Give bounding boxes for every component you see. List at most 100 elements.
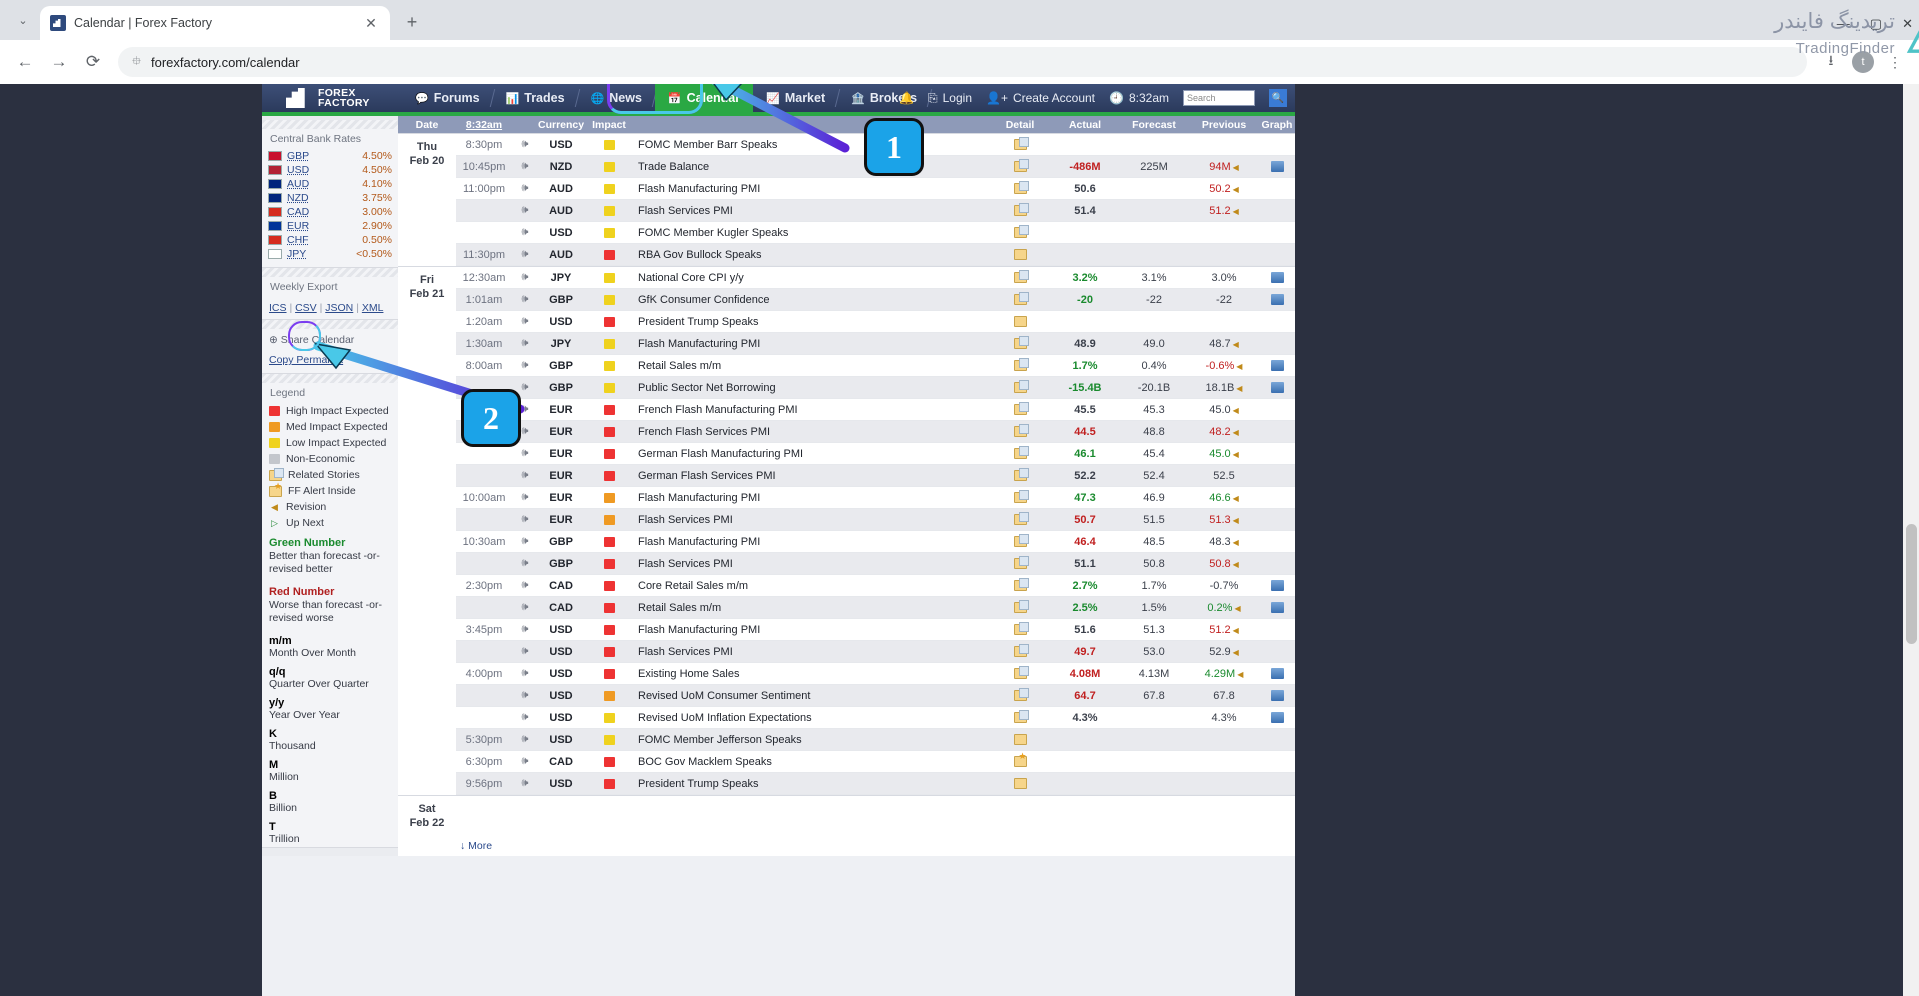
speaker-icon[interactable]: 🕪 bbox=[512, 557, 538, 570]
event-title[interactable]: Flash Manufacturing PMI bbox=[634, 624, 989, 636]
nav-item-market[interactable]: 📈 Market bbox=[753, 84, 838, 112]
event-title[interactable]: Flash Services PMI bbox=[634, 646, 989, 658]
related-stories-icon[interactable] bbox=[1013, 688, 1029, 701]
table-row[interactable]: 🕪 GBP Flash Services PMI 51.1 50.8 50.8 ◀ bbox=[456, 553, 1295, 575]
related-stories-icon[interactable] bbox=[1013, 556, 1029, 569]
related-stories-icon[interactable] bbox=[1013, 600, 1029, 613]
speaker-icon[interactable]: 🕪 bbox=[512, 645, 538, 658]
related-stories-icon[interactable] bbox=[1013, 292, 1029, 305]
export-link-csv[interactable]: CSV bbox=[295, 302, 317, 314]
table-row[interactable]: 10:00am 🕪 EUR Flash Manufacturing PMI 47.3 46… bbox=[456, 487, 1295, 509]
table-row[interactable]: 🕪 USD Revised UoM Inflation Expectations 4.… bbox=[456, 707, 1295, 729]
related-stories-icon[interactable] bbox=[1013, 644, 1029, 657]
related-stories-icon[interactable] bbox=[1013, 512, 1029, 525]
graph-icon[interactable] bbox=[1270, 712, 1284, 723]
graph-icon[interactable] bbox=[1270, 360, 1284, 371]
more-link[interactable]: ↓ More bbox=[398, 836, 1295, 856]
graph-icon[interactable] bbox=[1270, 668, 1284, 679]
search-icon[interactable]: 🔍 bbox=[1269, 89, 1287, 107]
event-title[interactable]: RBA Gov Bullock Speaks bbox=[634, 249, 989, 261]
speaker-icon[interactable]: 🕪 bbox=[512, 689, 538, 702]
graph-icon[interactable] bbox=[1270, 294, 1284, 305]
rate-currency[interactable]: USD bbox=[287, 164, 309, 176]
rate-currency[interactable]: AUD bbox=[287, 178, 309, 190]
event-title[interactable]: Public Sector Net Borrowing bbox=[634, 382, 989, 394]
related-stories-icon[interactable] bbox=[1013, 622, 1029, 635]
table-row[interactable]: 🕪 USD Flash Services PMI 49.7 53.0 52.9 ◀ bbox=[456, 641, 1295, 663]
nav-item-trades[interactable]: 📊 Trades bbox=[493, 84, 578, 112]
browser-tab[interactable]: Calendar | Forex Factory ✕ bbox=[40, 6, 390, 40]
related-stories-icon[interactable] bbox=[1013, 666, 1029, 679]
table-row[interactable]: 🕪 EUR Flash Services PMI 50.7 51.5 51.3 ◀ bbox=[456, 509, 1295, 531]
speaker-icon[interactable]: 🕪 bbox=[512, 337, 538, 350]
table-row[interactable]: 2:30pm 🕪 CAD Core Retail Sales m/m 2.7% 1.7% -… bbox=[456, 575, 1295, 597]
detail-folder-icon[interactable] bbox=[1013, 734, 1027, 745]
detail-folder-icon[interactable] bbox=[1013, 316, 1027, 327]
speaker-icon[interactable]: 🕪 bbox=[512, 359, 538, 372]
reload-icon[interactable]: ⟳ bbox=[78, 47, 108, 77]
related-stories-icon[interactable] bbox=[1013, 534, 1029, 547]
speaker-icon[interactable]: 🕪 bbox=[512, 204, 538, 217]
table-row[interactable]: 5:30pm 🕪 USD FOMC Member Jefferson Speaks bbox=[456, 729, 1295, 751]
event-title[interactable]: National Core CPI y/y bbox=[634, 272, 989, 284]
related-stories-icon[interactable] bbox=[1013, 710, 1029, 723]
event-title[interactable]: Flash Manufacturing PMI bbox=[634, 492, 989, 504]
event-title[interactable]: GfK Consumer Confidence bbox=[634, 294, 989, 306]
central-bank-rate-row[interactable]: GBP 4.50% bbox=[262, 149, 398, 163]
graph-cell[interactable] bbox=[1259, 360, 1295, 371]
event-title[interactable]: Retail Sales m/m bbox=[634, 602, 989, 614]
rate-currency[interactable]: CHF bbox=[287, 234, 309, 246]
export-link-xml[interactable]: XML bbox=[362, 302, 384, 314]
graph-cell[interactable] bbox=[1259, 712, 1295, 723]
related-stories-icon[interactable] bbox=[1013, 137, 1029, 150]
rate-currency[interactable]: NZD bbox=[287, 192, 309, 204]
central-bank-rate-row[interactable]: CHF 0.50% bbox=[262, 233, 398, 247]
table-row[interactable]: 🕪 GBP Public Sector Net Borrowing -15.4B -20… bbox=[456, 377, 1295, 399]
event-title[interactable]: Revised UoM Consumer Sentiment bbox=[634, 690, 989, 702]
table-row[interactable]: 10:30am 🕪 GBP Flash Manufacturing PMI 46.4 48… bbox=[456, 531, 1295, 553]
related-stories-icon[interactable] bbox=[1013, 358, 1029, 371]
clock-display[interactable]: 🕘 8:32am bbox=[1109, 91, 1169, 105]
speaker-icon[interactable]: 🕪 bbox=[512, 248, 538, 261]
nav-item-forums[interactable]: 💬 Forums bbox=[402, 84, 493, 112]
graph-icon[interactable] bbox=[1270, 161, 1284, 172]
central-bank-rate-row[interactable]: USD 4.50% bbox=[262, 163, 398, 177]
central-bank-rate-row[interactable]: AUD 4.10% bbox=[262, 177, 398, 191]
related-stories-icon[interactable] bbox=[1013, 270, 1029, 283]
speaker-icon[interactable]: 🕪 bbox=[512, 711, 538, 724]
graph-cell[interactable] bbox=[1259, 272, 1295, 283]
speaker-icon[interactable]: 🕪 bbox=[512, 469, 538, 482]
related-stories-icon[interactable] bbox=[1013, 225, 1029, 238]
table-row[interactable]: 9:15am🕪EURFrench Flash Manufacturing PMI… bbox=[456, 399, 1295, 421]
graph-icon[interactable] bbox=[1270, 580, 1284, 591]
graph-icon[interactable] bbox=[1270, 602, 1284, 613]
tab-search-chevron-icon[interactable]: ⌄ bbox=[10, 7, 36, 33]
site-info-lock-icon[interactable]: ⯐ bbox=[132, 52, 141, 73]
event-title[interactable]: French Flash Manufacturing PMI bbox=[634, 404, 989, 416]
col-time[interactable]: 8:32am bbox=[456, 119, 512, 131]
speaker-icon[interactable]: 🕪 bbox=[512, 601, 538, 614]
rate-currency[interactable]: CAD bbox=[287, 206, 309, 218]
related-stories-icon[interactable] bbox=[1013, 402, 1029, 415]
login-button[interactable]: ⎘ Login bbox=[928, 91, 972, 106]
table-row[interactable]: 11:30pm 🕪 AUD RBA Gov Bullock Speaks bbox=[456, 244, 1295, 266]
close-tab-icon[interactable]: ✕ bbox=[362, 15, 380, 32]
speaker-icon[interactable]: 🕪 bbox=[512, 293, 538, 306]
table-row[interactable]: 6:30pm 🕪 CAD BOC Gov Macklem Speaks bbox=[456, 751, 1295, 773]
table-row[interactable]: 9:56pm 🕪 USD President Trump Speaks bbox=[456, 773, 1295, 795]
table-row[interactable]: 4:00pm 🕪 USD Existing Home Sales 4.08M 4.13M 4… bbox=[456, 663, 1295, 685]
detail-folder-icon[interactable] bbox=[1013, 249, 1027, 260]
export-link-json[interactable]: JSON bbox=[325, 302, 353, 314]
event-title[interactable]: Retail Sales m/m bbox=[634, 360, 989, 372]
related-stories-icon[interactable] bbox=[1013, 424, 1029, 437]
related-stories-icon[interactable] bbox=[1013, 578, 1029, 591]
event-title[interactable]: Flash Services PMI bbox=[634, 558, 989, 570]
rate-currency[interactable]: JPY bbox=[287, 248, 306, 260]
event-title[interactable]: President Trump Speaks bbox=[634, 316, 989, 328]
central-bank-rate-row[interactable]: EUR 2.90% bbox=[262, 219, 398, 233]
table-row[interactable]: 1:01am 🕪 GBP GfK Consumer Confidence -20 -22 -… bbox=[456, 289, 1295, 311]
table-row[interactable]: 12:30am 🕪 JPY National Core CPI y/y 3.2% 3.1%… bbox=[456, 267, 1295, 289]
graph-icon[interactable] bbox=[1270, 690, 1284, 701]
graph-cell[interactable] bbox=[1259, 668, 1295, 679]
graph-icon[interactable] bbox=[1270, 382, 1284, 393]
